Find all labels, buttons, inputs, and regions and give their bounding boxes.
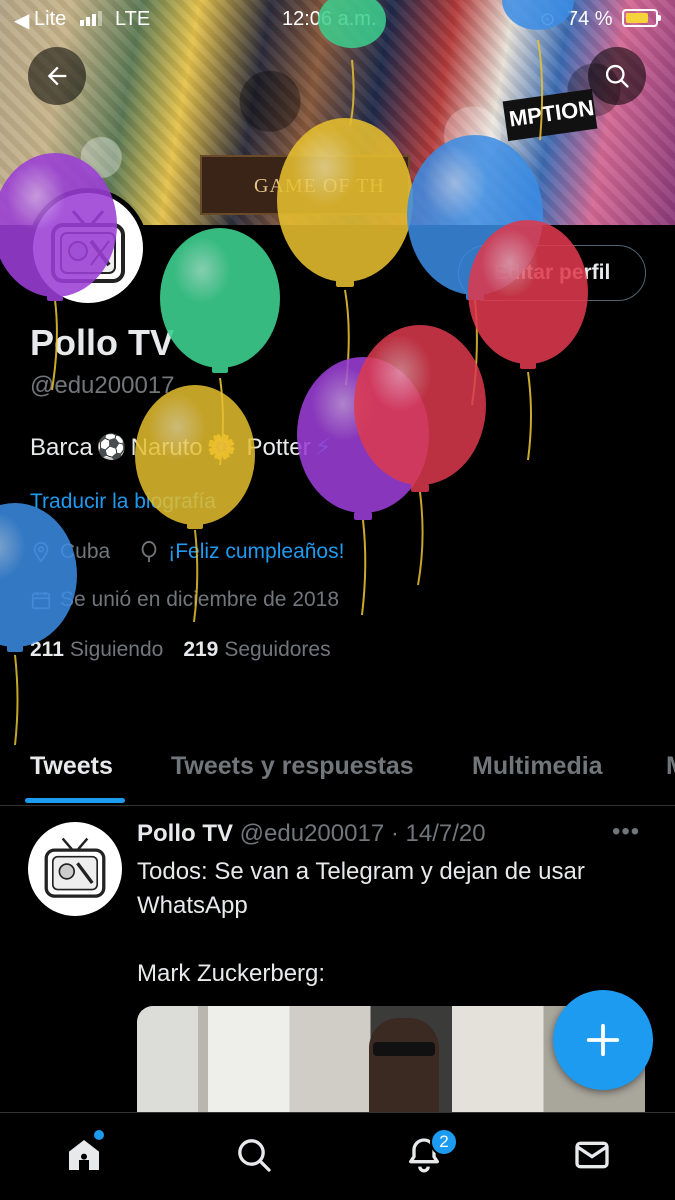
followers-count[interactable]: 219 xyxy=(183,638,218,662)
tab-tweets[interactable]: Tweets xyxy=(30,752,113,781)
search-icon xyxy=(605,64,629,88)
tv-logo-icon xyxy=(51,210,125,283)
battery-icon xyxy=(622,9,661,27)
profile-handle: @edu200017 xyxy=(30,372,175,399)
following-count[interactable]: 211 xyxy=(30,638,64,662)
avatar-image xyxy=(33,193,143,303)
follow-counts: 211 Siguiendo 219 Seguidores xyxy=(30,638,331,662)
tweet-handle-date[interactable]: @edu200017 · 14/7/20 xyxy=(240,820,486,847)
home-icon xyxy=(69,1140,99,1170)
bio-text-potter: Potter xyxy=(246,433,311,461)
bio-text-naruto: Naruto xyxy=(130,433,203,461)
compose-tweet-button[interactable] xyxy=(553,990,653,1090)
edit-profile-button[interactable]: Editar perfil xyxy=(458,245,646,301)
nav-search[interactable] xyxy=(232,1133,276,1177)
soccer-ball-icon: ⚽ xyxy=(96,434,127,461)
search-icon xyxy=(238,1139,271,1172)
back-to-app-indicator[interactable]: ◀ xyxy=(14,8,29,33)
bio-text-barca: Barca xyxy=(30,433,93,461)
tweet-text: Todos: Se van a Telegram y dejan de usar… xyxy=(137,858,585,987)
plus-icon xyxy=(586,1023,620,1057)
profile-tabs: Tweets Tweets y respuestas Multimedia M xyxy=(0,732,675,806)
birthday-link[interactable]: ¡Feliz cumpleaños! xyxy=(168,540,344,564)
media-sunglasses xyxy=(373,1042,435,1056)
signal-icon xyxy=(80,10,102,26)
profile-location: Cuba xyxy=(60,540,111,563)
banner-poster: GAME OF TH xyxy=(200,155,410,215)
battery-percentage: 74 % xyxy=(567,8,613,30)
profile-bio: Barca ⚽ Naruto 🌼 Potter ⚡ xyxy=(30,433,331,462)
blossom-icon: 🌼 xyxy=(206,434,237,461)
carrier-label: Lite xyxy=(34,8,67,30)
bottom-navigation xyxy=(0,1112,675,1200)
joined-date: Se unió en diciembre de 2018 xyxy=(60,588,340,611)
active-tab-indicator xyxy=(25,798,125,803)
tv-logo-icon xyxy=(44,837,106,898)
following-label[interactable]: Siguiendo xyxy=(70,638,163,662)
profile-name: Pollo TV xyxy=(30,322,174,363)
calendar-icon xyxy=(31,591,51,610)
tab-likes[interactable]: M xyxy=(666,752,675,781)
tweet-author[interactable]: Pollo TV xyxy=(137,820,233,847)
status-time: 12:06 a.m. xyxy=(282,8,377,30)
nav-messages[interactable] xyxy=(570,1133,614,1177)
tab-tweets-replies[interactable]: Tweets y respuestas xyxy=(171,752,414,781)
followers-label[interactable]: Seguidores xyxy=(224,638,330,662)
balloon-icon xyxy=(354,325,486,586)
notifications-badge: 2 xyxy=(430,1128,458,1156)
tweet-header: Pollo TV @edu200017 · 14/7/20 xyxy=(137,820,486,848)
mail-icon xyxy=(575,1141,609,1169)
search-button[interactable] xyxy=(588,47,646,105)
profile-avatar[interactable] xyxy=(28,188,148,308)
balloon-icon xyxy=(160,228,280,466)
lightning-icon: ⚡ xyxy=(314,434,332,461)
banner-poster-text: GAME OF TH xyxy=(254,175,385,197)
media-person xyxy=(369,1018,439,1112)
tweet-more-button[interactable]: ••• xyxy=(612,818,640,846)
tweet-avatar[interactable] xyxy=(28,822,122,916)
translate-bio-link[interactable]: Traducir la biografía xyxy=(30,490,216,514)
home-unread-dot xyxy=(94,1130,104,1140)
arrow-left-icon xyxy=(47,66,67,86)
profile-joined-row: Se unió en diciembre de 2018 xyxy=(30,588,339,612)
back-button[interactable] xyxy=(28,47,86,105)
network-label: LTE xyxy=(115,8,151,30)
balloon-icon xyxy=(141,541,157,563)
status-bar: ◀ Lite LTE 12:06 a.m. ⊙ 74 % xyxy=(0,0,675,40)
rotation-lock-icon: ⊙ xyxy=(540,9,556,29)
profile-meta-row: Cuba ¡Feliz cumpleaños! xyxy=(30,540,344,564)
location-pin-icon xyxy=(33,541,49,563)
balloon-icon xyxy=(297,357,429,616)
tab-media[interactable]: Multimedia xyxy=(472,752,603,781)
